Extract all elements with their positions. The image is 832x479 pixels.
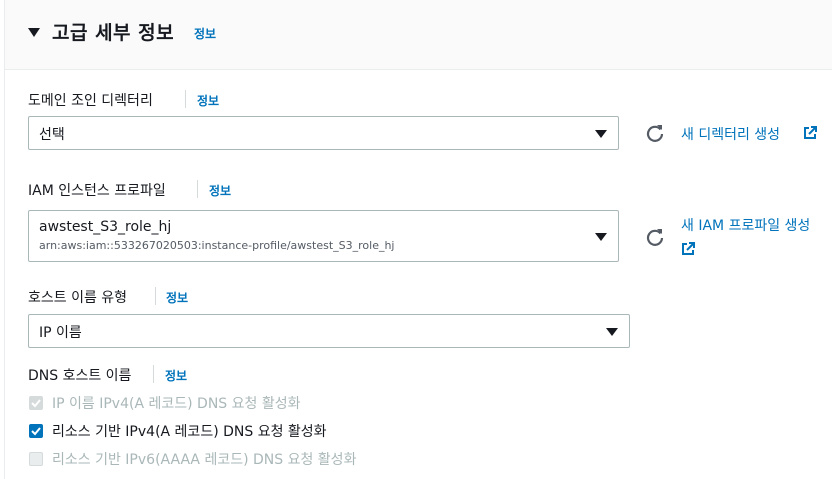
resource-ipv6-checkbox[interactable] xyxy=(29,452,43,466)
domain-join-select[interactable]: 선택 xyxy=(28,116,619,150)
iam-profile-arn: arn:aws:iam::533267020503:instance-profi… xyxy=(39,239,395,252)
external-link-icon[interactable] xyxy=(803,126,817,140)
hostname-type-label: 호스트 이름 유형 xyxy=(28,290,128,306)
dns-hostname-label: DNS 호스트 이름 xyxy=(28,368,132,384)
label-divider xyxy=(153,365,154,383)
hostname-type-value: IP 이름 xyxy=(39,325,82,341)
hostname-type-info-link[interactable]: 정보 xyxy=(166,289,188,306)
section-title: 고급 세부 정보 xyxy=(52,22,175,44)
iam-profile-info-link[interactable]: 정보 xyxy=(209,182,231,199)
external-link-icon[interactable] xyxy=(681,242,695,256)
check-icon xyxy=(31,399,41,408)
hostname-type-select[interactable]: IP 이름 xyxy=(28,314,630,348)
check-icon xyxy=(31,427,41,436)
iam-profile-select[interactable]: awstest_S3_role_hj arn:aws:iam::53326702… xyxy=(28,210,619,262)
ip-name-ipv4-label: IP 이름 IPv4(A 레코드) DNS 요청 활성화 xyxy=(52,396,301,412)
refresh-icon[interactable] xyxy=(645,227,665,247)
dropdown-caret-icon xyxy=(595,233,607,241)
new-directory-link[interactable]: 새 디렉터리 생성 xyxy=(681,124,780,144)
iam-profile-label: IAM 인스턴스 프로파일 xyxy=(28,183,166,199)
domain-join-value: 선택 xyxy=(39,127,65,143)
label-divider xyxy=(155,287,156,305)
resource-ipv6-label: 리소스 기반 IPv6(AAAA 레코드) DNS 요청 활성화 xyxy=(52,452,357,468)
dropdown-caret-icon xyxy=(606,328,618,336)
ip-name-ipv4-checkbox[interactable] xyxy=(29,396,43,410)
dns-hostname-info-link[interactable]: 정보 xyxy=(165,367,187,384)
label-divider xyxy=(197,180,198,198)
caret-down-icon[interactable] xyxy=(28,28,40,37)
label-divider xyxy=(185,90,186,108)
dropdown-caret-icon xyxy=(595,130,607,138)
section-header[interactable]: 고급 세부 정보 정보 xyxy=(5,0,832,70)
domain-join-label: 도메인 조인 디렉터리 xyxy=(28,93,153,109)
advanced-details-panel: 고급 세부 정보 정보 도메인 조인 디렉터리 정보 선택 새 디렉터리 생성 … xyxy=(4,0,832,479)
new-iam-profile-link[interactable]: 새 IAM 프로파일 생성 xyxy=(681,215,810,235)
refresh-icon[interactable] xyxy=(645,123,665,143)
iam-profile-value: awstest_S3_role_hj xyxy=(39,219,172,235)
section-info-link[interactable]: 정보 xyxy=(194,25,216,42)
resource-ipv4-checkbox[interactable] xyxy=(29,424,43,438)
resource-ipv4-label: 리소스 기반 IPv4(A 레코드) DNS 요청 활성화 xyxy=(52,424,327,440)
domain-join-info-link[interactable]: 정보 xyxy=(197,92,219,109)
